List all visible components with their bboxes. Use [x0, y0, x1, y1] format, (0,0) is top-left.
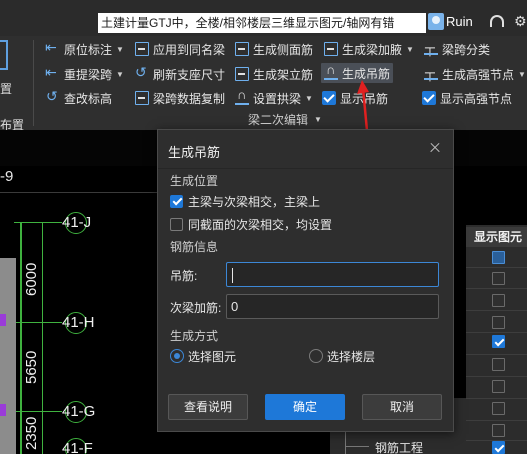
axis-label: 41-F [62, 440, 93, 454]
visibility-checkbox[interactable] [492, 294, 505, 307]
tree-item[interactable]: 钢筋工程 [375, 439, 423, 454]
extract-icon [45, 64, 60, 81]
checkbox-checked-icon [170, 194, 183, 208]
apply-icon [135, 42, 149, 56]
close-icon[interactable] [426, 139, 444, 157]
in-place-annotation-button[interactable]: 原位标注▼ [45, 39, 124, 59]
ribbon-left-group: 置 布置 [0, 36, 32, 132]
check-elevation-button[interactable]: 查改标高 [46, 88, 112, 108]
visibility-checkbox[interactable] [492, 380, 505, 393]
headset-icon[interactable] [490, 15, 504, 27]
hanger-rebar-dialog: 生成吊筋 生成位置 主梁与次梁相交，主梁上 同截面的次梁相交，均设置 钢筋信息 … [157, 129, 454, 432]
cancel-button[interactable]: 取消 [362, 394, 442, 420]
main-secondary-intersect-checkbox[interactable]: 主梁与次梁相交，主梁上 [170, 193, 320, 209]
tree-connector [345, 446, 369, 447]
visibility-checkbox[interactable] [492, 251, 505, 264]
arch-beam-icon [235, 87, 249, 105]
checkbox-checked-icon [422, 91, 436, 105]
axis-line [14, 222, 62, 223]
hanger-rebar-label: 吊筋: [170, 269, 198, 283]
axis-line [14, 411, 62, 412]
visibility-checkbox[interactable] [492, 424, 505, 437]
generate-haunch-button[interactable]: 生成梁加腋 ▼ [324, 39, 414, 59]
axis-label: -9 [0, 168, 14, 185]
dimension-line [42, 222, 43, 454]
rebar-mark [0, 404, 6, 416]
visibility-checkbox[interactable] [492, 441, 505, 454]
node-icon [424, 64, 438, 81]
dimension-label: 2350 [23, 416, 40, 450]
chevron-down-icon: ▼ [116, 69, 124, 79]
axis-label: 41-H [62, 314, 95, 331]
visibility-checkbox[interactable] [492, 358, 505, 371]
radio-selected-icon [170, 349, 184, 363]
select-element-radio[interactable]: 选择图元 [170, 348, 236, 364]
gear-icon[interactable]: ⚙ [514, 14, 527, 28]
hanger-rebar-icon [324, 62, 338, 80]
user-name[interactable]: Ruin [446, 14, 473, 29]
text-cursor [232, 268, 233, 284]
title-bar: 土建计量GTJ中，全楼/相邻楼层三维显示图元/轴网有错 Ruin ⚙ [0, 0, 527, 36]
chevron-down-icon: ▼ [406, 44, 414, 54]
axis-line [14, 322, 62, 323]
set-arch-beam-button[interactable]: 设置拱梁▼ [235, 87, 313, 108]
span-classification-button[interactable]: 梁跨分类 [424, 39, 490, 59]
refresh-icon [135, 64, 149, 81]
column-header: 显示图元 [466, 227, 527, 247]
same-section-intersect-checkbox[interactable]: 同截面的次梁相交，均设置 [170, 216, 332, 232]
annotation-icon [45, 39, 60, 56]
chevron-down-icon: ▼ [305, 93, 313, 103]
apply-to-same-beam-button[interactable]: 应用到同名梁 [135, 39, 225, 59]
copy-span-data-button[interactable]: 梁跨数据复制 [135, 88, 225, 108]
chevron-down-icon: ▼ [116, 44, 124, 54]
ribbon-left-label[interactable]: 置 [0, 80, 12, 97]
elevation-icon [46, 88, 60, 105]
axis-label: 41-J [62, 214, 92, 231]
erection-rebar-icon [235, 67, 249, 81]
ribbon-group-label[interactable]: 梁二次编辑 [248, 111, 308, 128]
ribbon-toolbar: 置 布置 原位标注▼ 重提梁跨▼ 查改标高 应用到同名梁 刷新支座尺寸 梁跨数据… [0, 36, 527, 132]
visibility-checkbox[interactable] [492, 316, 505, 329]
dimension-label: 6000 [23, 262, 40, 296]
section-title-position: 生成位置 [170, 174, 219, 188]
layout-icon[interactable] [0, 40, 8, 70]
user-avatar-icon[interactable] [428, 13, 444, 30]
checkbox-icon [170, 217, 183, 231]
axis-label: 41-G [62, 403, 96, 420]
generate-side-rebar-button[interactable]: 生成侧面筋 [235, 39, 313, 59]
section-title-mode: 生成方式 [170, 329, 219, 343]
dimension-label: 5650 [23, 350, 40, 384]
generate-erection-rebar-button[interactable]: 生成架立筋 [235, 64, 313, 84]
axis-line [20, 222, 22, 454]
grid-line [0, 192, 160, 193]
visibility-checkbox[interactable] [492, 402, 505, 415]
visibility-checkbox[interactable] [492, 272, 505, 285]
visibility-checkbox[interactable] [492, 335, 505, 348]
ribbon-separator [33, 40, 34, 126]
refresh-support-size-button[interactable]: 刷新支座尺寸 [135, 64, 225, 84]
show-high-strength-node-checkbox[interactable]: 显示高强节点 [422, 88, 512, 108]
radio-icon [309, 349, 323, 363]
select-floor-radio[interactable]: 选择楼层 [309, 348, 375, 364]
secondary-beam-stirrup-label: 次梁加筋: [170, 301, 222, 315]
haunch-icon [324, 42, 338, 56]
chevron-down-icon[interactable]: ▼ [314, 115, 322, 124]
side-rebar-icon [235, 42, 249, 56]
checkbox-checked-icon [322, 91, 336, 105]
generate-high-strength-node-button[interactable]: 生成高强节点▼ [424, 64, 526, 84]
divider [158, 168, 453, 169]
search-input[interactable]: 土建计量GTJ中，全楼/相邻楼层三维显示图元/轴网有错 [98, 13, 426, 33]
copy-icon [135, 91, 149, 105]
chevron-down-icon: ▼ [518, 69, 526, 79]
dialog-title: 生成吊筋 [168, 145, 221, 160]
rebar-mark [0, 314, 6, 326]
beam-element [0, 258, 16, 454]
hanger-rebar-input[interactable] [226, 262, 439, 287]
section-title-rebar: 钢筋信息 [170, 240, 219, 254]
ok-button[interactable]: 确定 [265, 394, 345, 420]
help-button[interactable]: 查看说明 [168, 394, 248, 420]
re-extract-span-button[interactable]: 重提梁跨▼ [45, 64, 124, 84]
secondary-beam-stirrup-input[interactable]: 0 [226, 294, 439, 319]
classification-icon [424, 39, 438, 56]
